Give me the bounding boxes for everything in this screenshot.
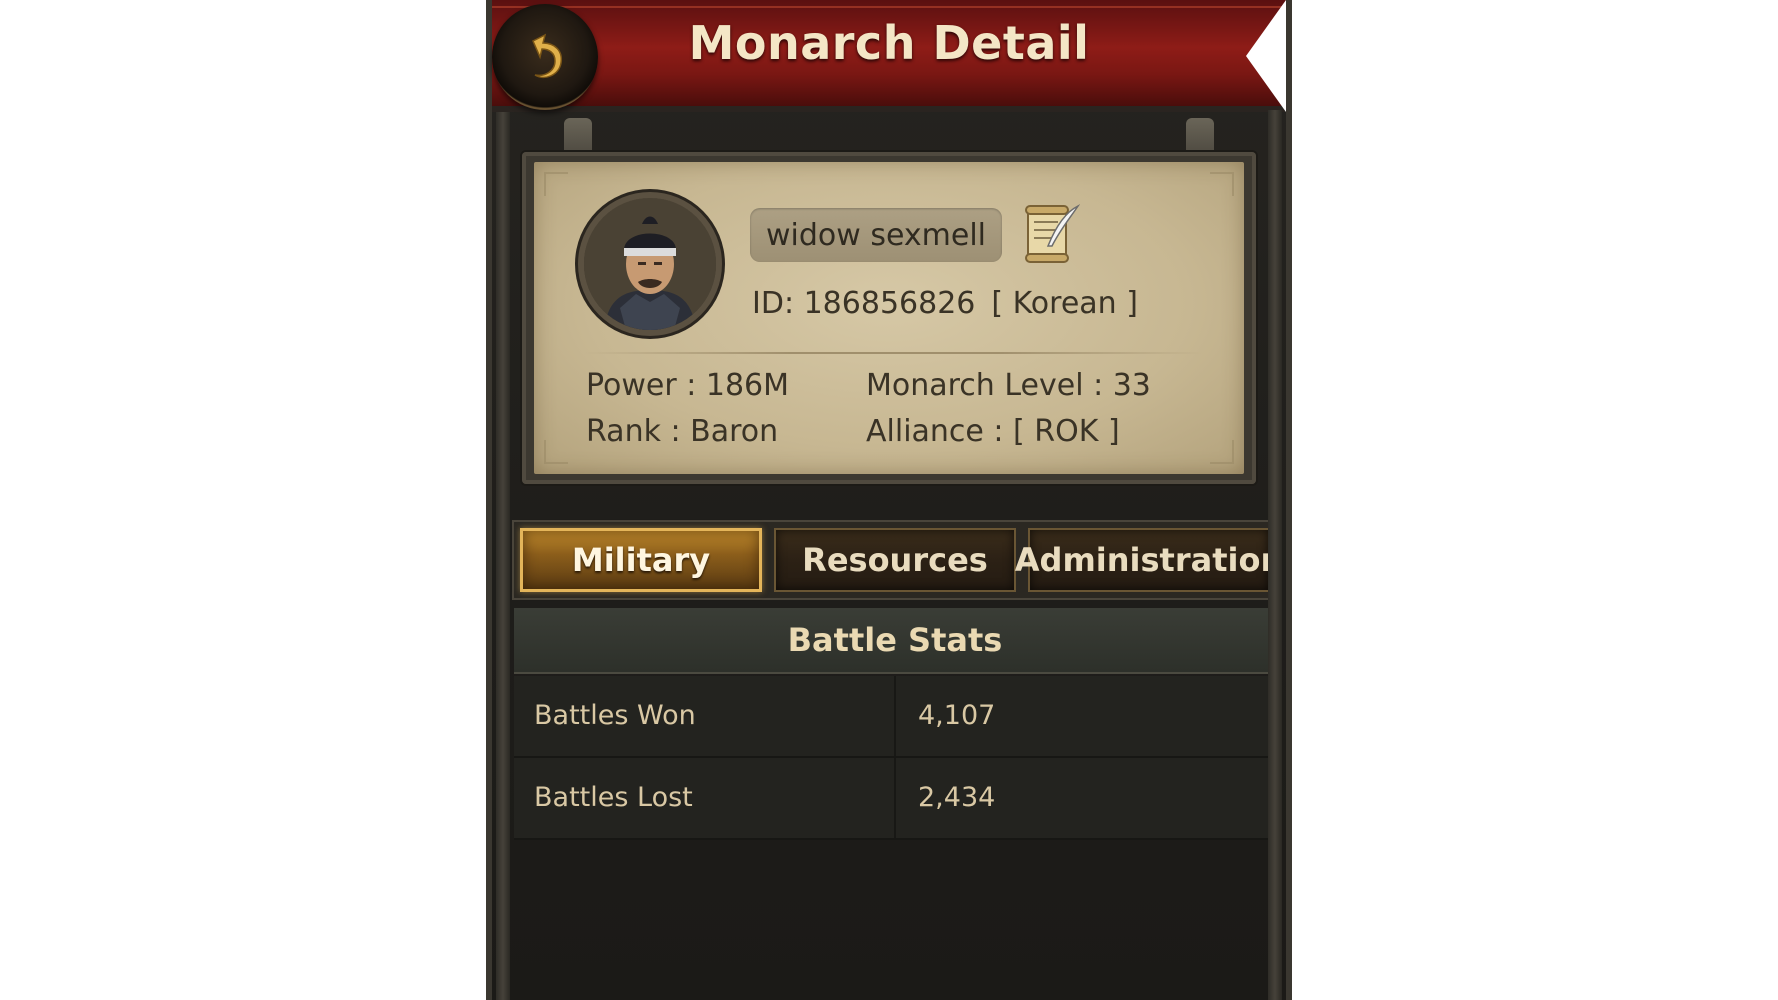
tab-resources[interactable]: Resources — [774, 528, 1016, 592]
monarch-detail-panel: Monarch Detail widow sexmell ID: 1868568… — [486, 0, 1292, 1000]
detail-tabs: Military Resources Administration — [514, 522, 1283, 598]
edit-profile-button[interactable] — [1022, 202, 1081, 266]
monarch-level-stat: Monarch Level : 33 — [866, 368, 1151, 403]
tab-military[interactable]: Military — [520, 528, 762, 592]
header-trim — [492, 6, 1286, 8]
battle-stats-header: Battle Stats — [514, 608, 1276, 674]
monarch-name: widow sexmell — [765, 217, 986, 253]
monarch-language: [ Korean ] — [991, 286, 1138, 321]
card-corner-ornament — [544, 172, 568, 196]
battles-won-label: Battles Won — [534, 700, 696, 731]
card-corner-ornament — [1210, 172, 1234, 196]
monarch-id-line: ID: 186856826 [ Korean ] — [752, 286, 1138, 321]
column-separator — [894, 676, 896, 756]
battles-won-value: 4,107 — [918, 700, 996, 731]
tab-administration[interactable]: Administration — [1015, 528, 1283, 592]
monarch-portrait — [584, 198, 716, 330]
power-stat: Power : 186M — [586, 368, 790, 403]
battles-lost-label: Battles Lost — [534, 782, 693, 813]
monarch-name-plate: widow sexmell — [750, 208, 1002, 262]
profile-card: widow sexmell ID: 186856826 [ Korean ] Po… — [534, 162, 1244, 474]
back-button[interactable] — [492, 4, 598, 110]
profile-card-frame: widow sexmell ID: 186856826 [ Korean ] Po… — [522, 152, 1256, 484]
page-title: Monarch Detail — [688, 16, 1090, 70]
card-corner-ornament — [544, 440, 568, 464]
header-bar: Monarch Detail — [492, 0, 1286, 112]
alliance-stat[interactable]: Alliance : [ ROK ] — [866, 414, 1120, 449]
avatar[interactable] — [584, 198, 716, 330]
battles-lost-value: 2,434 — [918, 782, 996, 813]
table-row: Battles Lost 2,434 — [514, 758, 1276, 840]
column-separator — [894, 758, 896, 838]
back-arrow-icon — [532, 33, 563, 79]
scroll-quill-icon — [1025, 204, 1081, 263]
rank-stat: Rank : Baron — [586, 414, 779, 449]
monarch-id: ID: 186856826 — [752, 286, 976, 321]
card-corner-ornament — [1210, 440, 1234, 464]
card-divider — [584, 352, 1204, 354]
table-row: Battles Won 4,107 — [514, 676, 1276, 758]
battle-stats-table: Battles Won 4,107 Battles Lost 2,434 — [514, 676, 1276, 840]
